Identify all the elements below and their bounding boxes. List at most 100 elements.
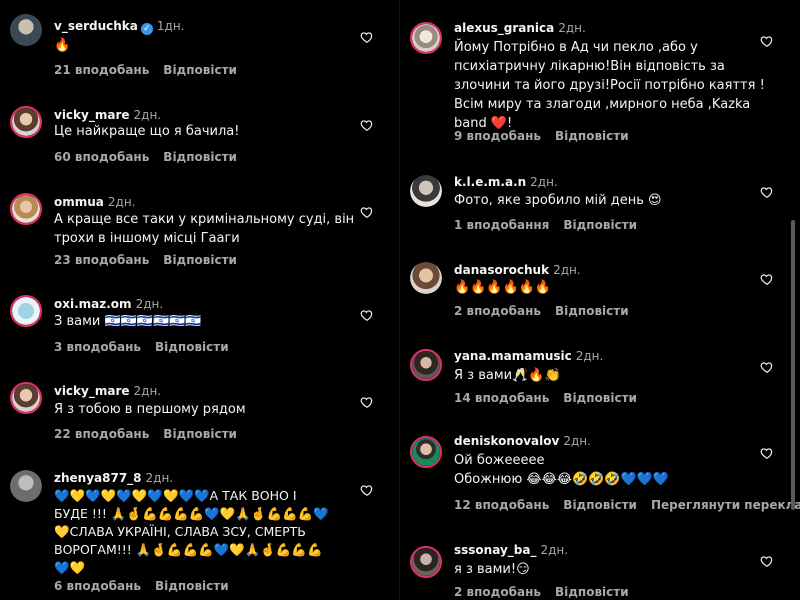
username[interactable]: zhenya877_8: [54, 471, 142, 485]
like-heart-icon[interactable]: [360, 30, 374, 44]
comments-column-right: alexus_granica 2дн. Йому Потрібно в Ад чи…: [400, 0, 800, 600]
comment-text: Фото, яке зробило мій день 😍: [454, 193, 662, 208]
comment-text: Я з вами🥂🔥👏: [454, 368, 561, 383]
comment-meta: 12 вподобань Відповісти Переглянути перекл…: [454, 497, 800, 513]
reply-button[interactable]: Відповісти: [163, 150, 237, 164]
comment-meta: 3 вподобань Відповісти: [54, 339, 229, 355]
avatar[interactable]: [10, 193, 42, 225]
see-translation-button[interactable]: Переглянути переклад: [651, 498, 800, 512]
likes-count[interactable]: 22 вподобань: [54, 427, 149, 441]
likes-count[interactable]: 9 вподобань: [454, 129, 541, 143]
timestamp: 2дн.: [133, 384, 162, 398]
timestamp: 2дн.: [563, 434, 591, 448]
like-heart-icon[interactable]: [360, 205, 374, 219]
reply-button[interactable]: Відповісти: [155, 579, 229, 593]
timestamp: 2дн.: [107, 195, 136, 209]
username[interactable]: ommua: [54, 195, 104, 209]
like-heart-icon[interactable]: [360, 483, 374, 497]
comment-meta: 23 вподобань Відповісти: [54, 252, 237, 268]
username[interactable]: vicky_mare: [54, 108, 130, 122]
like-heart-icon[interactable]: [760, 360, 774, 374]
comment-text: Йому Потрібно в Ад чи пекло ,або у психі…: [454, 40, 765, 131]
comment-meta: 2 вподобань Відповісти: [454, 584, 629, 600]
username-line: sssonay_ba_ 2дн.: [454, 542, 568, 558]
timestamp: 2дн.: [540, 543, 569, 557]
username[interactable]: yana.mamamusic: [454, 349, 572, 363]
likes-count[interactable]: 6 вподобань: [54, 579, 141, 593]
likes-count[interactable]: 2 вподобань: [454, 304, 541, 318]
username[interactable]: k.l.e.m.a.n: [454, 175, 526, 189]
avatar[interactable]: [10, 470, 42, 502]
like-heart-icon[interactable]: [760, 185, 774, 199]
avatar[interactable]: [410, 546, 442, 578]
timestamp: 2дн.: [530, 175, 558, 189]
reply-button[interactable]: Відповісти: [163, 427, 237, 441]
timestamp: 2дн.: [135, 297, 164, 311]
comment-meta: 1 вподобання Відповісти: [454, 217, 637, 233]
likes-count[interactable]: 21 вподобань: [54, 63, 149, 77]
timestamp: 2дн.: [575, 349, 604, 363]
reply-button[interactable]: Відповісти: [163, 253, 237, 267]
like-heart-icon[interactable]: [360, 118, 374, 132]
likes-count[interactable]: 3 вподобань: [54, 340, 141, 354]
comment-text: 💙💛💙💛💙💛💙💛💙💙А ТАК ВОНО І БУДЕ !!! 🙏🤞💪💪💪💪💙💛…: [54, 488, 329, 575]
like-heart-icon[interactable]: [760, 34, 774, 48]
username-line: v_serduchka ✓ 1дн.: [54, 18, 184, 35]
username[interactable]: alexus_granica: [454, 21, 554, 35]
reply-button[interactable]: Відповісти: [155, 340, 229, 354]
reply-button[interactable]: Відповісти: [563, 498, 637, 512]
reply-button[interactable]: Відповісти: [563, 391, 637, 405]
reply-button[interactable]: Відповісти: [555, 304, 629, 318]
likes-count[interactable]: 23 вподобань: [54, 253, 149, 267]
username-line: danasorochuk 2дн.: [454, 262, 581, 278]
avatar[interactable]: [410, 175, 442, 207]
like-heart-icon[interactable]: [760, 554, 774, 568]
like-heart-icon[interactable]: [360, 395, 374, 409]
username-line: zhenya877_8 2дн.: [54, 470, 173, 486]
username-line: alexus_granica 2дн.: [454, 20, 586, 36]
avatar[interactable]: [10, 14, 42, 46]
likes-count[interactable]: 14 вподобань: [454, 391, 549, 405]
username[interactable]: oxi.maz.om: [54, 297, 132, 311]
reply-button[interactable]: Відповісти: [555, 585, 629, 599]
username[interactable]: vicky_mare: [54, 384, 130, 398]
comment-text: я з вами!😏: [454, 562, 530, 577]
scrollbar[interactable]: [791, 220, 795, 510]
likes-count[interactable]: 2 вподобань: [454, 585, 541, 599]
avatar[interactable]: [10, 295, 42, 327]
username-line: ommua 2дн.: [54, 194, 136, 210]
comment-text: А краще все таки у кримінальному суді, в…: [54, 212, 355, 246]
comment-text: Ой божеееее Обожнюю 😂😂😂🤣🤣🤣💙💙💙: [454, 453, 670, 487]
reply-button[interactable]: Відповісти: [555, 129, 629, 143]
avatar[interactable]: [10, 382, 42, 414]
username[interactable]: sssonay_ba_: [454, 543, 536, 557]
avatar[interactable]: [10, 106, 42, 138]
like-heart-icon[interactable]: [760, 272, 774, 286]
comment-meta: 9 вподобань Відповісти: [454, 128, 629, 144]
username-line: deniskonovalov 2дн.: [454, 433, 591, 449]
username[interactable]: deniskonovalov: [454, 434, 559, 448]
likes-count[interactable]: 60 вподобань: [54, 150, 149, 164]
timestamp: 2дн.: [558, 21, 586, 35]
username[interactable]: danasorochuk: [454, 263, 549, 277]
verified-badge-icon: ✓: [140, 23, 153, 35]
likes-count[interactable]: 1 вподобання: [454, 218, 549, 232]
comment-text: Це найкраще що я бачила!: [54, 124, 240, 139]
like-heart-icon[interactable]: [760, 446, 774, 460]
reply-button[interactable]: Відповісти: [163, 63, 237, 77]
likes-count[interactable]: 12 вподобань: [454, 498, 549, 512]
comment-meta: 6 вподобань Відповісти: [54, 578, 229, 594]
avatar[interactable]: [410, 22, 442, 54]
comment-text: 🔥: [54, 38, 71, 53]
avatar[interactable]: [410, 349, 442, 381]
username[interactable]: v_serduchka: [54, 19, 138, 33]
comment-text: З вами 🇮🇱🇮🇱🇮🇱🇮🇱🇮🇱🇮🇱: [54, 314, 202, 329]
reply-button[interactable]: Відповісти: [563, 218, 637, 232]
like-heart-icon[interactable]: [360, 308, 374, 322]
comment-meta: 21 вподобань Відповісти: [54, 62, 237, 78]
timestamp: 2дн.: [145, 471, 174, 485]
timestamp: 2дн.: [133, 108, 162, 122]
avatar[interactable]: [410, 436, 442, 468]
username-line: k.l.e.m.a.n 2дн.: [454, 174, 558, 190]
avatar[interactable]: [410, 262, 442, 294]
